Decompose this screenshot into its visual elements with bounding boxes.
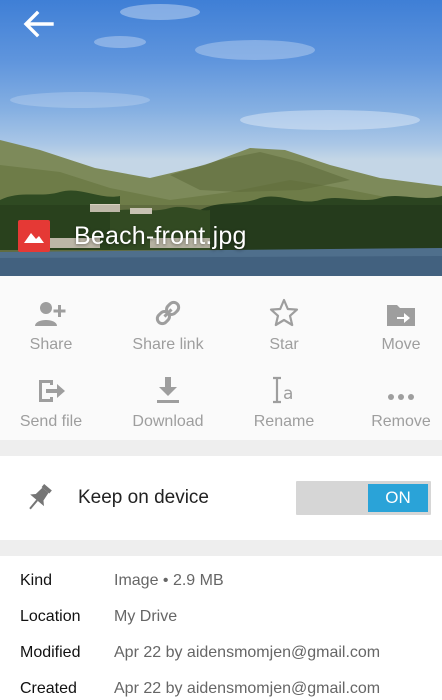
download-label: Download xyxy=(132,413,204,430)
svg-text:a: a xyxy=(283,384,293,404)
file-name: Beach-front.jpg xyxy=(74,221,247,250)
toggle-on-label: ON xyxy=(368,484,428,512)
detail-row-created: Created Apr 22 by aidensmomjen@gmail.com xyxy=(0,672,442,700)
detail-value: Apr 22 by aidensmomjen@gmail.com xyxy=(114,680,381,697)
detail-row-kind: Kind Image • 2.9 MB xyxy=(0,564,442,600)
add-person-icon xyxy=(35,302,66,326)
download-button[interactable]: Download xyxy=(113,371,223,441)
keep-on-device-label: Keep on device xyxy=(78,487,209,508)
detail-key: Kind xyxy=(20,572,53,589)
link-icon xyxy=(155,300,181,326)
star-outline-icon xyxy=(269,298,299,327)
section-divider xyxy=(0,440,442,456)
detail-key: Location xyxy=(20,608,81,625)
remove-button[interactable]: Remove xyxy=(346,371,442,441)
file-title-row: Beach-front.jpg xyxy=(18,218,247,254)
send-file-label: Send file xyxy=(19,413,83,430)
file-actions: Share Share link Star Move Send file Dow… xyxy=(0,276,442,440)
pin-icon xyxy=(29,484,52,510)
arrow-left-icon xyxy=(23,10,54,38)
share-button[interactable]: Share xyxy=(0,294,106,364)
send-file-button[interactable]: Send file xyxy=(0,371,106,441)
detail-value: Image • 2.9 MB xyxy=(114,572,224,589)
detail-key: Modified xyxy=(20,644,81,661)
remove-label: Remove xyxy=(371,413,431,430)
keep-on-device-row: Keep on device ON xyxy=(0,456,442,540)
back-button[interactable] xyxy=(18,6,58,42)
send-file-icon xyxy=(39,380,65,402)
move-button[interactable]: Move xyxy=(346,294,442,364)
detail-value: My Drive xyxy=(114,608,178,625)
more-dots-icon xyxy=(388,394,414,400)
rename-label: Rename xyxy=(253,413,315,430)
detail-key: Created xyxy=(20,680,77,697)
move-label: Move xyxy=(381,336,421,353)
detail-value: Apr 22 by aidensmomjen@gmail.com xyxy=(114,644,381,661)
download-icon xyxy=(157,377,179,403)
star-label: Star xyxy=(269,336,299,353)
keep-on-device-toggle[interactable]: ON xyxy=(296,481,431,515)
section-divider xyxy=(0,540,442,556)
rename-button[interactable]: a Rename xyxy=(229,371,339,441)
share-label: Share xyxy=(29,336,73,353)
move-folder-icon xyxy=(387,305,415,326)
file-details: Kind Image • 2.9 MB Location My Drive Mo… xyxy=(0,556,442,700)
detail-row-location: Location My Drive xyxy=(0,600,442,636)
share-link-button[interactable]: Share link xyxy=(113,294,223,364)
image-file-icon xyxy=(18,220,50,252)
rename-icon: a xyxy=(273,376,293,404)
file-preview-image: Beach-front.jpg xyxy=(0,0,442,276)
detail-row-modified: Modified Apr 22 by aidensmomjen@gmail.co… xyxy=(0,636,442,672)
star-button[interactable]: Star xyxy=(229,294,339,364)
share-link-label: Share link xyxy=(132,336,204,353)
